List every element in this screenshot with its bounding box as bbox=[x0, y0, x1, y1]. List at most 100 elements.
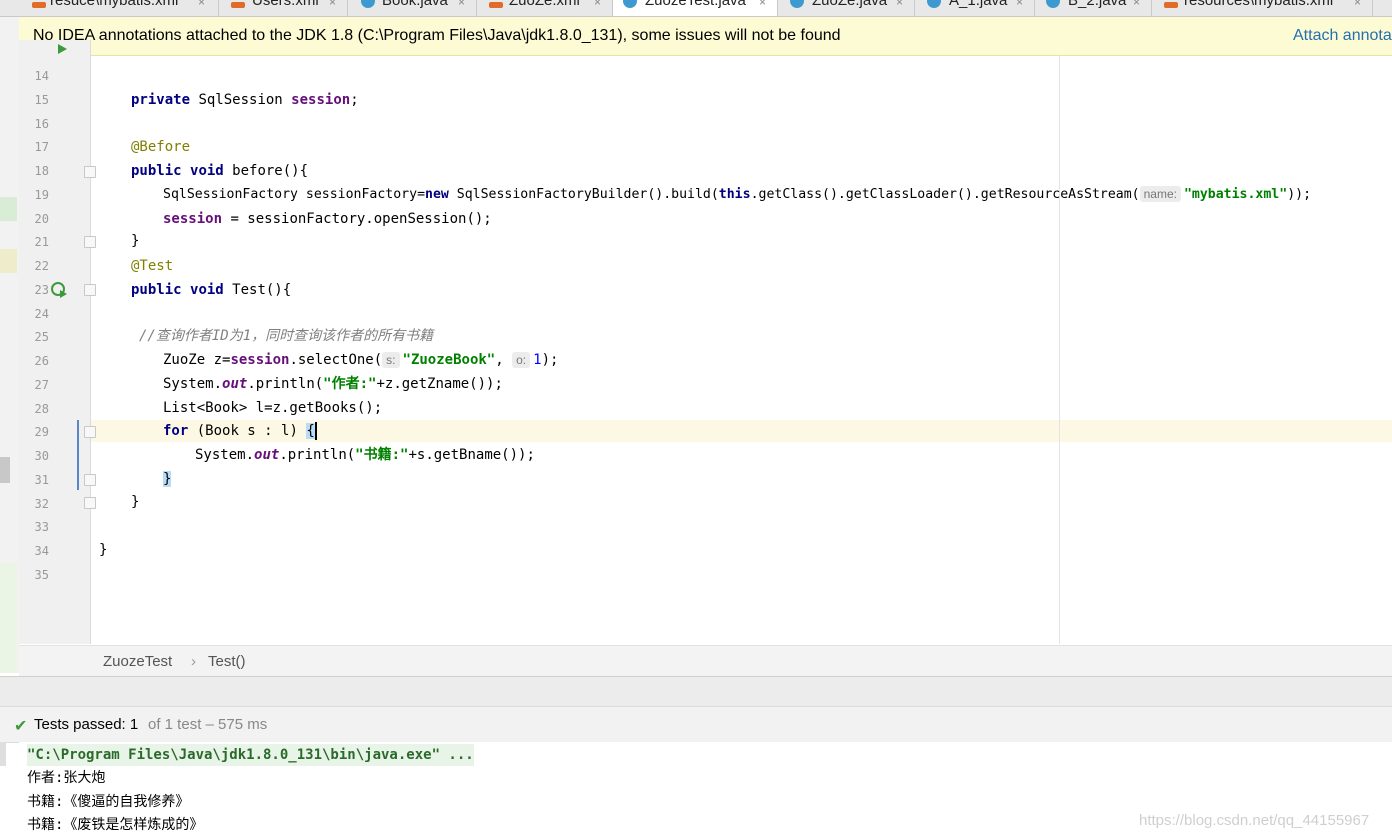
change-marker bbox=[0, 249, 17, 273]
token: +z.getZname()); bbox=[376, 376, 503, 392]
tab-resources-mybatis-xml[interactable]: resources\mybatis.xml × bbox=[1152, 0, 1373, 16]
token: , bbox=[495, 352, 504, 368]
code-line-23: public void Test(){ bbox=[131, 279, 291, 301]
test-results-header: ✔ Tests passed: 1 of 1 test – 575 ms bbox=[0, 706, 1392, 743]
close-icon[interactable]: × bbox=[1354, 0, 1361, 9]
close-icon[interactable]: × bbox=[1133, 0, 1140, 9]
token: System. bbox=[163, 376, 223, 392]
editor-tab-bar: resuce\mybatis.xml × Users.xml × Book.ja… bbox=[0, 0, 1392, 17]
class-file-icon bbox=[1046, 0, 1060, 8]
token: System. bbox=[195, 447, 255, 463]
xml-file-icon bbox=[1164, 2, 1178, 8]
close-icon[interactable]: × bbox=[896, 0, 903, 9]
token: SqlSessionFactory sessionFactory= bbox=[163, 187, 426, 202]
xml-file-icon bbox=[231, 2, 245, 8]
run-class-icon[interactable] bbox=[58, 44, 68, 54]
token: "书籍:" bbox=[355, 447, 409, 463]
token: Test(){ bbox=[223, 282, 292, 298]
line-number: 17 bbox=[34, 140, 49, 154]
tab-zuozetest-java[interactable]: ZuozeTest.java × bbox=[613, 0, 778, 16]
console-line: 书籍:《傻逼的自我修养》 bbox=[27, 794, 190, 810]
token: session bbox=[163, 211, 223, 227]
console-command: "C:\Program Files\Java\jdk1.8.0_131\bin\… bbox=[27, 744, 474, 766]
code-line-31: } bbox=[163, 468, 172, 490]
change-marker bbox=[0, 563, 17, 673]
tab-label: ZuoZe.xml bbox=[509, 0, 580, 9]
line-number: 28 bbox=[34, 402, 49, 416]
tab-zuoze-java[interactable]: ZuoZe.java × bbox=[778, 0, 915, 16]
code-line-18: public void before(){ bbox=[131, 160, 308, 182]
line-number: 16 bbox=[34, 117, 49, 131]
param-hint: s: bbox=[382, 352, 400, 368]
token: for bbox=[163, 423, 189, 439]
param-hint: name: bbox=[1139, 186, 1181, 202]
tests-detail: of 1 test – 575 ms bbox=[148, 716, 268, 733]
token: )); bbox=[1287, 187, 1312, 202]
token: = sessionFactory.openSession(); bbox=[222, 211, 492, 227]
run-test-icon[interactable] bbox=[50, 281, 68, 299]
code-editor[interactable]: private SqlSession session; @Before publ… bbox=[91, 40, 1392, 644]
line-number: 22 bbox=[34, 259, 49, 273]
token: new bbox=[425, 187, 449, 202]
change-bar bbox=[77, 420, 79, 490]
code-line-28: List<Book> l=z.getBooks(); bbox=[163, 397, 382, 419]
token: .println( bbox=[279, 447, 356, 463]
token: public bbox=[131, 282, 182, 298]
code-line-20: session = sessionFactory.openSession(); bbox=[163, 208, 492, 230]
token: @Test bbox=[131, 258, 174, 274]
close-icon[interactable]: × bbox=[329, 0, 336, 9]
console-line: 书籍:《废铁是怎样炼成的》 bbox=[27, 817, 204, 833]
close-icon[interactable]: × bbox=[1016, 0, 1023, 9]
tab-b2-java[interactable]: B_2.java × bbox=[1035, 0, 1152, 16]
breadcrumb: ZuozeTest › Test() bbox=[19, 645, 1392, 676]
scroll-marker[interactable] bbox=[0, 457, 10, 483]
line-number: 21 bbox=[34, 235, 49, 249]
token: out bbox=[222, 376, 248, 392]
token: void bbox=[190, 282, 224, 298]
xml-file-icon bbox=[32, 2, 46, 8]
token: .getClass().getClassLoader().getResource… bbox=[750, 187, 1140, 202]
tab-label: A_1.java bbox=[949, 0, 1008, 9]
tab-label: resources\mybatis.xml bbox=[1184, 0, 1334, 9]
tab-zuoze-xml[interactable]: ZuoZe.xml × bbox=[477, 0, 613, 16]
line-number: 29 bbox=[34, 425, 49, 439]
code-line-25: //查询作者ID为1，同时查询该作者的所有书籍 bbox=[139, 325, 433, 347]
code-line-30: System.out.println("书籍:"+s.getBname()); bbox=[195, 444, 535, 466]
line-number: 14 bbox=[34, 69, 49, 83]
line-number: 20 bbox=[34, 212, 49, 226]
tab-resuce-mybatis-xml[interactable]: resuce\mybatis.xml × bbox=[18, 0, 219, 16]
token: "mybatis.xml" bbox=[1183, 187, 1288, 202]
tab-book-java[interactable]: Book.java × bbox=[348, 0, 477, 16]
tab-a1-java[interactable]: A_1.java × bbox=[915, 0, 1035, 16]
line-number: 18 bbox=[34, 164, 49, 178]
tab-label: ZuozeTest.java bbox=[645, 0, 746, 9]
xml-file-icon bbox=[489, 2, 503, 8]
breadcrumb-separator: › bbox=[191, 653, 196, 670]
close-icon[interactable]: × bbox=[458, 0, 465, 9]
line-number: 25 bbox=[34, 330, 49, 344]
tool-window-splitter[interactable] bbox=[0, 676, 1392, 707]
code-line-17: @Before bbox=[131, 136, 190, 158]
close-icon[interactable]: × bbox=[198, 0, 205, 9]
token: .selectOne( bbox=[289, 352, 383, 368]
class-file-icon bbox=[790, 0, 804, 8]
tab-label: B_2.java bbox=[1068, 0, 1127, 9]
breadcrumb-method[interactable]: Test() bbox=[208, 653, 246, 670]
breadcrumb-class[interactable]: ZuozeTest bbox=[103, 653, 172, 670]
matched-brace: } bbox=[163, 471, 172, 487]
tab-users-xml[interactable]: Users.xml × bbox=[219, 0, 348, 16]
token: } bbox=[99, 542, 108, 558]
token: SqlSessionFactoryBuilder().build( bbox=[448, 187, 719, 202]
token: } bbox=[131, 233, 140, 249]
close-icon[interactable]: × bbox=[594, 0, 601, 9]
token: before(){ bbox=[223, 163, 309, 179]
line-number: 31 bbox=[34, 473, 49, 487]
close-icon[interactable]: × bbox=[759, 0, 766, 9]
token: ); bbox=[541, 352, 559, 368]
line-number: 32 bbox=[34, 497, 49, 511]
text-caret bbox=[314, 422, 317, 440]
token: 1 bbox=[533, 352, 542, 368]
line-number: 23 bbox=[34, 283, 49, 297]
tests-status: Tests passed: 1 bbox=[34, 716, 139, 733]
console-line: 作者:张大炮 bbox=[27, 770, 106, 786]
